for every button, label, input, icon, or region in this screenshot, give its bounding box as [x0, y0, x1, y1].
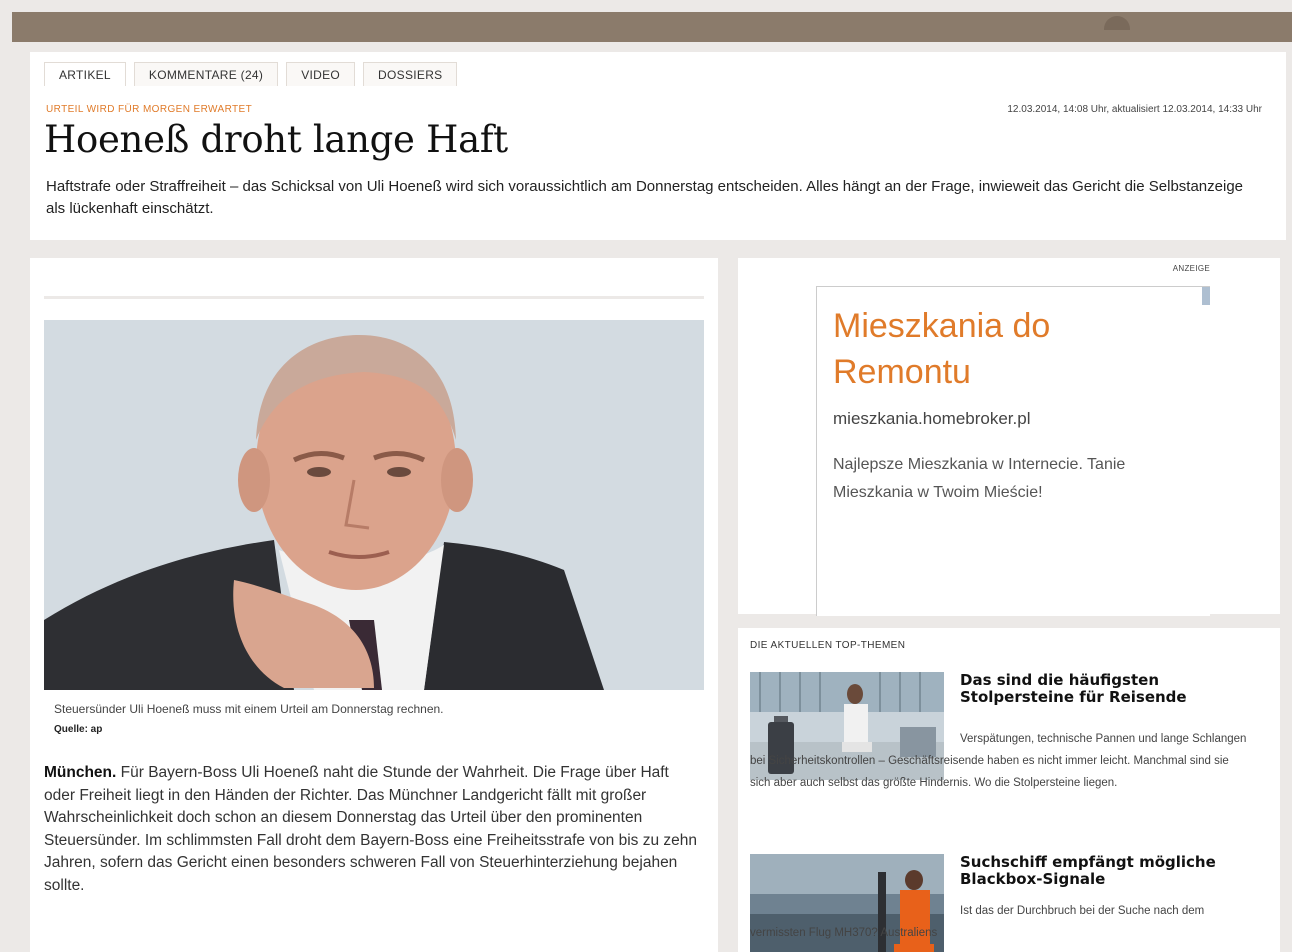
- portrait-image: [44, 320, 704, 690]
- article-header: ARTIKEL KOMMENTARE (24) VIDEO DOSSIERS U…: [30, 52, 1286, 240]
- ad-scrollbar[interactable]: [1202, 287, 1210, 305]
- article-photo[interactable]: [44, 320, 704, 690]
- body-text: Für Bayern-Boss Uli Hoeneß naht die Stun…: [44, 764, 698, 894]
- story-teaser: Verspätungen, technische Pannen und lang…: [750, 733, 1247, 789]
- page-title: Hoeneß droht lange Haft: [44, 118, 508, 161]
- tab-kommentare[interactable]: KOMMENTARE (24): [133, 62, 279, 86]
- article-body: München. Für Bayern-Boss Uli Hoeneß naht…: [44, 762, 704, 897]
- ad-frame[interactable]: Mieszkania do Remontu mieszkania.homebro…: [816, 286, 1210, 616]
- story-teaser: Ist das der Durchbruch bei der Suche nac…: [750, 905, 1205, 939]
- article-dateline: 12.03.2014, 14:08 Uhr, aktualisiert 12.0…: [1007, 104, 1262, 115]
- list-item[interactable]: Suchschiff empfängt mögliche Blackbox-Si…: [750, 854, 1270, 952]
- ad-title[interactable]: Mieszkania do Remontu: [833, 303, 1173, 395]
- ad-container: ANZEIGE Mieszkania do Remontu mieszkania…: [738, 258, 1280, 616]
- story-title[interactable]: Das sind die häufigsten Stolpersteine fü…: [960, 672, 1250, 706]
- ad-description: Najlepsze Mieszkania w Internecie. Tanie…: [833, 456, 1126, 501]
- ad-url[interactable]: mieszkania.homebroker.pl: [833, 409, 1030, 429]
- top-topics: DIE AKTUELLEN TOP-THEMEN Das sind die hä…: [738, 628, 1280, 952]
- ad-label: ANZEIGE: [1172, 264, 1210, 273]
- list-item[interactable]: Das sind die häufigsten Stolpersteine fü…: [750, 672, 1270, 832]
- tab-video[interactable]: VIDEO: [286, 62, 356, 86]
- article-kicker: URTEIL WIRD FÜR MORGEN ERWARTET: [46, 104, 253, 115]
- topbar-handle: [1104, 16, 1130, 30]
- photo-caption: Steuersünder Uli Hoeneß muss mit einem U…: [54, 702, 444, 716]
- top-bar: [12, 12, 1292, 42]
- top-topics-heading: DIE AKTUELLEN TOP-THEMEN: [750, 640, 906, 651]
- article-tabs: ARTIKEL KOMMENTARE (24) VIDEO DOSSIERS: [44, 62, 458, 86]
- body-location: München.: [44, 764, 117, 781]
- tab-artikel[interactable]: ARTIKEL: [44, 62, 126, 86]
- tab-dossiers[interactable]: DOSSIERS: [363, 62, 458, 86]
- article-main: Steuersünder Uli Hoeneß muss mit einem U…: [30, 258, 718, 952]
- story-title[interactable]: Suchschiff empfängt mögliche Blackbox-Si…: [960, 854, 1250, 888]
- photo-source: Quelle: ap: [54, 724, 103, 735]
- article-lead: Haftstrafe oder Straffreiheit – das Schi…: [46, 178, 1243, 217]
- divider: [44, 296, 704, 299]
